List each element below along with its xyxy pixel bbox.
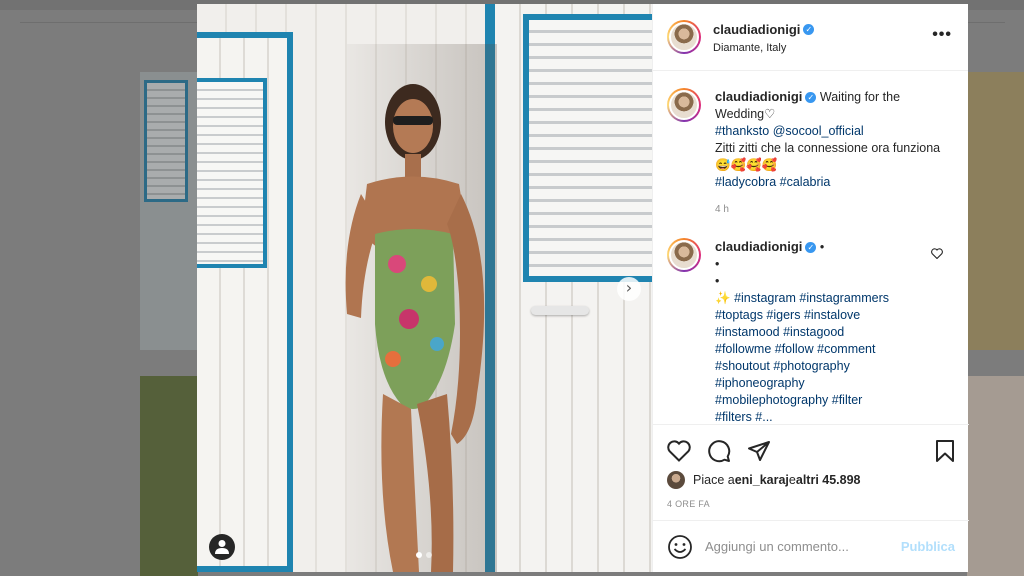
hashtag-link[interactable]: #thanksto <box>715 124 769 138</box>
heart-emoji: ♡ <box>764 107 776 121</box>
carousel-dot <box>426 552 432 558</box>
heart-icon[interactable] <box>931 248 943 259</box>
avatar[interactable] <box>667 88 701 122</box>
post-photo[interactable]: › <box>197 4 652 572</box>
hashtag-line[interactable]: #filters #... <box>715 410 773 423</box>
grid-thumbnail[interactable] <box>967 376 1024 576</box>
save-icon[interactable] <box>935 439 955 463</box>
hashtag-line[interactable]: #toptags #igers #instalove <box>715 308 860 322</box>
caption-emojis: 😅🥰🥰🥰 <box>715 158 778 172</box>
more-options-button[interactable]: ••• <box>932 27 952 43</box>
emoji-icon[interactable] <box>667 534 693 560</box>
location-link[interactable]: Diamante, Italy <box>713 42 814 54</box>
tagged-users-button[interactable] <box>209 534 235 560</box>
door-handle <box>531 306 589 315</box>
more-icon: ••• <box>932 26 952 43</box>
hashtag-line[interactable]: #followme #follow #comment <box>715 342 876 356</box>
avatar[interactable] <box>667 238 701 272</box>
likes-prefix: Piace a <box>693 473 735 487</box>
likes-middle: e <box>788 473 796 487</box>
post-modal: › claudiadionigi ✓ Diamante, Italy ••• c… <box>197 4 969 572</box>
verified-icon: ✓ <box>803 23 815 35</box>
hashtag-line[interactable]: #mobilephotography #filter <box>715 393 862 407</box>
likes-count[interactable]: altri 45.898 <box>796 473 861 487</box>
hashtag-link[interactable]: #ladycobra <box>715 175 776 189</box>
woman-in-swimsuit-figure <box>345 84 485 572</box>
share-icon[interactable] <box>747 440 771 462</box>
hashtag-line[interactable]: #instamood #instagood <box>715 325 844 339</box>
comment-text: • <box>715 274 720 288</box>
add-comment-bar: Pubblica <box>653 520 969 572</box>
liker-username[interactable]: eni_karaj <box>735 473 789 487</box>
carousel-dot <box>416 552 422 558</box>
post-side-panel: claudiadionigi ✓ Diamante, Italy ••• clau… <box>652 4 969 572</box>
sparkle-emoji: ✨ <box>715 291 731 305</box>
comment-username[interactable]: claudiadionigi <box>715 89 802 104</box>
grid-thumbnail[interactable] <box>140 376 198 576</box>
comments-list[interactable]: claudiadionigi ✓ Waiting for the Wedding♡… <box>653 72 969 423</box>
carousel-next-button[interactable]: › <box>617 277 641 301</box>
verified-icon: ✓ <box>805 92 817 104</box>
comment-icon[interactable] <box>707 439 731 463</box>
avatar[interactable] <box>667 20 701 54</box>
grid-thumbnail[interactable] <box>967 72 1024 350</box>
publish-button[interactable]: Pubblica <box>901 539 955 554</box>
comment-text: • <box>816 240 825 254</box>
post-time-ago[interactable]: 4 ORE FA <box>653 489 969 509</box>
hashtag-line[interactable]: #instagram #instagrammers <box>734 291 889 305</box>
verified-icon: ✓ <box>805 242 817 254</box>
caption-timestamp[interactable]: 4 h <box>715 201 945 218</box>
username-link[interactable]: claudiadionigi <box>713 22 800 37</box>
post-header: claudiadionigi ✓ Diamante, Italy ••• <box>653 4 968 71</box>
avatar[interactable] <box>667 471 685 489</box>
grid-thumbnail[interactable] <box>140 72 198 350</box>
comment-item: claudiadionigi ✓ • • • ✨ #instagram #inst… <box>667 238 955 423</box>
comment-text: • <box>715 257 720 271</box>
caption-comment: claudiadionigi ✓ Waiting for the Wedding♡… <box>667 88 955 218</box>
tag-user-icon <box>215 540 229 554</box>
post-actions: Piace a eni_karaj e altri 45.898 4 ORE F… <box>653 424 969 572</box>
hashtag-line[interactable]: #shoutout #photography <box>715 359 850 373</box>
cabin-door-left <box>197 32 293 572</box>
chevron-right-icon: › <box>625 278 633 297</box>
comment-input[interactable] <box>705 539 901 554</box>
carousel-indicator <box>416 552 432 558</box>
likes-summary[interactable]: Piace a eni_karaj e altri 45.898 <box>653 467 969 489</box>
mention-link[interactable]: @socool_official <box>773 124 864 138</box>
caption-text: Zitti zitti che la connessione ora funzi… <box>715 141 941 155</box>
comment-username[interactable]: claudiadionigi <box>715 239 802 254</box>
hashtag-line[interactable]: #iphoneography <box>715 376 805 390</box>
hashtag-link[interactable]: #calabria <box>780 175 831 189</box>
heart-icon[interactable] <box>667 440 691 462</box>
